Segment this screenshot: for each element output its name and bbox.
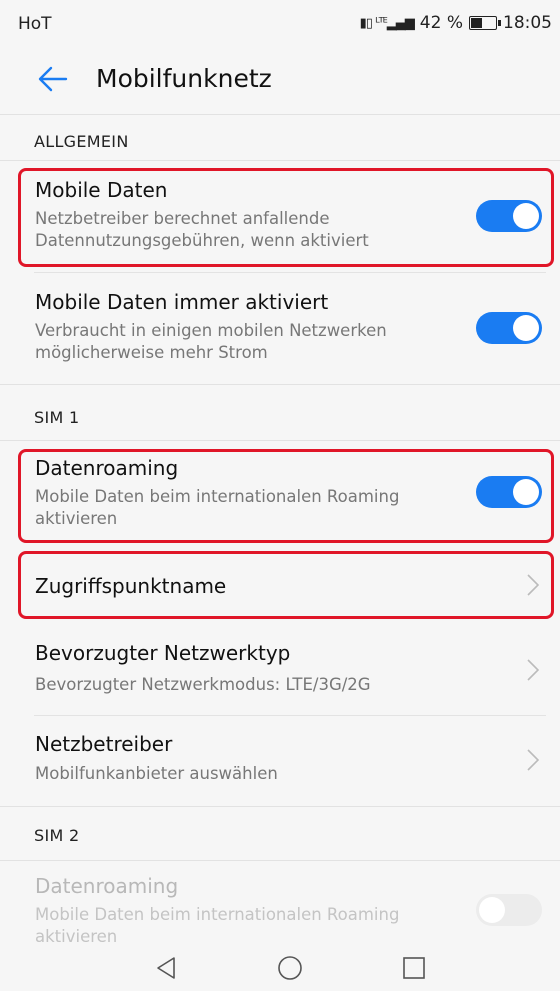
- section-divider: [0, 860, 560, 861]
- highlight-box: [18, 168, 554, 267]
- system-navigation-bar: [0, 944, 560, 991]
- app-bar: Mobilfunknetz: [0, 48, 560, 110]
- section-header-sim1: SIM 1: [34, 408, 80, 427]
- setting-netzbetreiber[interactable]: Netzbetreiber Mobilfunkanbieter auswähle…: [0, 717, 560, 805]
- chevron-right-icon: [527, 659, 540, 681]
- section-divider: [0, 384, 560, 385]
- home-circle-icon[interactable]: [276, 954, 304, 982]
- highlight-box: [18, 449, 554, 543]
- setting-subtitle: Verbraucht in einigen mobilen Netzwerken…: [35, 321, 387, 362]
- back-triangle-icon[interactable]: [152, 954, 180, 982]
- status-icons: ▮▯ ᴸᵀᴱ▂▄▆ 42 % 18:05: [360, 13, 552, 33]
- battery-percent: 42 %: [419, 13, 463, 33]
- chevron-right-icon: [527, 749, 540, 771]
- setting-subtitle: Mobilfunkanbieter auswählen: [35, 764, 278, 783]
- setting-title: Datenroaming: [35, 874, 179, 898]
- section-header-allgemein: ALLGEMEIN: [34, 132, 129, 151]
- setting-bevorzugter-netzwerktyp[interactable]: Bevorzugter Netzwerktyp Bevorzugter Netz…: [0, 625, 560, 715]
- battery-icon: [469, 16, 501, 30]
- signal-icon: ▮▯ ᴸᵀᴱ▂▄▆: [359, 15, 415, 31]
- clock: 18:05: [503, 13, 552, 33]
- status-bar: HoT ▮▯ ᴸᵀᴱ▂▄▆ 42 % 18:05: [0, 0, 560, 48]
- carrier-name: HoT: [18, 14, 52, 34]
- page-title: Mobilfunknetz: [96, 64, 272, 93]
- back-arrow-icon[interactable]: [36, 62, 70, 96]
- header-divider: [0, 114, 560, 115]
- setting-mobile-daten-immer[interactable]: Mobile Daten immer aktiviert Verbraucht …: [0, 276, 560, 376]
- setting-title: Bevorzugter Netzwerktyp: [35, 641, 291, 665]
- highlight-box: [18, 551, 554, 619]
- setting-datenroaming-sim2[interactable]: Datenroaming Mobile Daten beim internati…: [0, 866, 560, 944]
- mobile-daten-immer-toggle[interactable]: [476, 312, 542, 344]
- row-divider: [34, 272, 546, 273]
- section-header-sim2: SIM 2: [34, 826, 80, 845]
- setting-title: Netzbetreiber: [35, 732, 173, 756]
- setting-subtitle: Mobile Daten beim internationalen Roamin…: [35, 905, 400, 944]
- row-divider: [34, 715, 546, 716]
- section-divider: [0, 440, 560, 441]
- section-divider: [0, 160, 560, 161]
- section-divider: [0, 806, 560, 807]
- recent-apps-square-icon[interactable]: [400, 954, 428, 982]
- setting-title: Mobile Daten immer aktiviert: [35, 290, 329, 314]
- setting-subtitle: Bevorzugter Netzwerkmodus: LTE/3G/2G: [35, 675, 371, 694]
- datenroaming-sim2-toggle[interactable]: [476, 894, 542, 926]
